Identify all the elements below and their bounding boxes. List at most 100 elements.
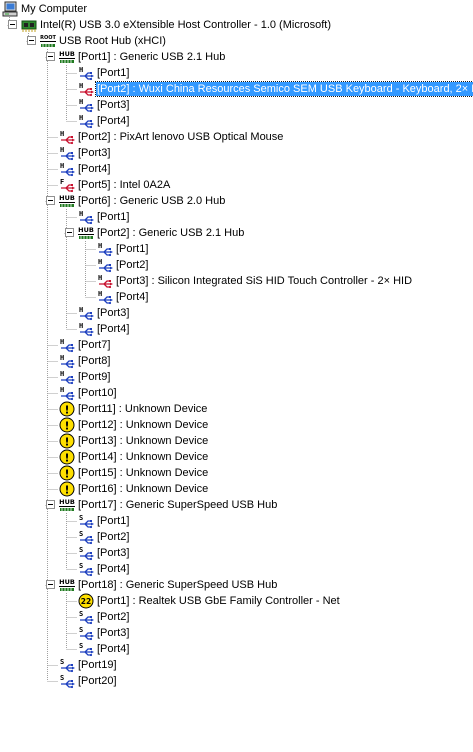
tree-node-label[interactable]: [Port4] — [96, 322, 130, 336]
tree-node-label[interactable]: [Port17] : Generic SuperSpeed USB Hub — [77, 498, 278, 512]
tree-node-label[interactable]: [Port9] — [77, 370, 111, 384]
tree-node-port1-p18a[interactable]: 22 [Port1] : Realtek USB GbE Family Contr… — [0, 593, 473, 609]
tree-node-label[interactable]: [Port7] — [77, 338, 111, 352]
tree-node-port18-p18[interactable]: HUB [Port18] : Generic SuperSpeed USB Hub — [0, 577, 473, 593]
tree-node-port11-p11[interactable]: ! [Port11] : Unknown Device — [0, 401, 473, 417]
tree-node-port3-p17c[interactable]: S [Port3] — [0, 545, 473, 561]
tree-node-label[interactable]: [Port15] : Unknown Device — [77, 466, 209, 480]
tree-node-label[interactable]: [Port1] — [96, 66, 130, 80]
collapse-toggle-icon[interactable] — [46, 196, 55, 205]
tree-node-port1-n1[interactable]: HUB [Port1] : Generic USB 2.1 Hub — [0, 49, 473, 65]
tree-node-port2-p2[interactable]: H [Port2] : PixArt lenovo USB Optical Mou… — [0, 129, 473, 145]
tree-node-port17-p17[interactable]: HUB [Port17] : Generic SuperSpeed USB Hub — [0, 497, 473, 513]
tree-node-port3-p18c[interactable]: S [Port3] — [0, 625, 473, 641]
svg-text:H: H — [79, 306, 83, 314]
tree-node-port2-p18b[interactable]: S [Port2] — [0, 609, 473, 625]
tree-node-label[interactable]: [Port12] : Unknown Device — [77, 418, 209, 432]
tree-node-label[interactable]: [Port3] — [96, 306, 130, 320]
tree-node-label[interactable]: [Port1] — [96, 210, 130, 224]
tree-node-port15-p15[interactable]: ! [Port15] : Unknown Device — [0, 465, 473, 481]
tree-node-port4-p17d[interactable]: S [Port4] — [0, 561, 473, 577]
unknown-device-icon: ! — [59, 449, 75, 465]
collapse-toggle-icon[interactable] — [65, 228, 74, 237]
tree-node-label[interactable]: [Port13] : Unknown Device — [77, 434, 209, 448]
tree-node-label[interactable]: [Port3] : Silicon Integrated SiS HID Tou… — [115, 274, 413, 288]
tree-node-label[interactable]: [Port19] — [77, 658, 118, 672]
tree-node-label[interactable]: [Port4] — [77, 162, 111, 176]
collapse-toggle-icon[interactable] — [46, 52, 55, 61]
tree-node-port4-p18d[interactable]: S [Port4] — [0, 641, 473, 657]
tree-node-port9-p9[interactable]: H [Port9] — [0, 369, 473, 385]
tree-node-label[interactable]: [Port10] — [77, 386, 118, 400]
tree-node-label[interactable]: [Port3] — [96, 98, 130, 112]
tree-node-port1-n1a[interactable]: H [Port1] — [0, 65, 473, 81]
tree-node-label[interactable]: [Port18] : Generic SuperSpeed USB Hub — [77, 578, 278, 592]
tree-node-port4-n1d[interactable]: H [Port4] — [0, 113, 473, 129]
tree-node-label[interactable]: [Port16] : Unknown Device — [77, 482, 209, 496]
tree-node-label[interactable]: [Port6] : Generic USB 2.0 Hub — [77, 194, 226, 208]
tree-node-port2-p17b[interactable]: S [Port2] — [0, 529, 473, 545]
tree-node-port1-p6b1[interactable]: H [Port1] — [0, 241, 473, 257]
tree-node-port8-p8[interactable]: H [Port8] — [0, 353, 473, 369]
tree-node-port5-p5[interactable]: F [Port5] : Intel 0A2A — [0, 177, 473, 193]
tree-node-label[interactable]: [Port1] — [96, 514, 130, 528]
collapse-toggle-icon[interactable] — [46, 500, 55, 509]
tree-node-port4-p4[interactable]: H [Port4] — [0, 161, 473, 177]
tree-node-port14-p14[interactable]: ! [Port14] : Unknown Device — [0, 449, 473, 465]
tree-node-label[interactable]: [Port2] — [96, 610, 130, 624]
tree-node-port4-p6b4[interactable]: H [Port4] — [0, 289, 473, 305]
tree-node-label[interactable]: USB Root Hub (xHCI) — [58, 34, 167, 48]
svg-text:HUB: HUB — [59, 578, 75, 586]
tree-node-label[interactable]: [Port5] : Intel 0A2A — [77, 178, 171, 192]
tree-node-label[interactable]: [Port4] — [96, 642, 130, 656]
tree-node-label[interactable]: [Port2] : PixArt lenovo USB Optical Mous… — [77, 130, 284, 144]
tree-node-label[interactable]: [Port2] : Wuxi China Resources Semico SE… — [94, 81, 473, 97]
tree-node-port4-p6d[interactable]: H [Port4] — [0, 321, 473, 337]
tree-node-label[interactable]: [Port1] — [115, 242, 149, 256]
svg-text:H: H — [98, 258, 102, 266]
collapse-toggle-icon[interactable] — [46, 580, 55, 589]
tree-node-port13-p13[interactable]: ! [Port13] : Unknown Device — [0, 433, 473, 449]
usb-device-tree[interactable]: My Computer Intel(R) USB 3.0 eXtensible H… — [0, 0, 473, 752]
tree-node-port2-n2[interactable]: H [Port2] : Wuxi China Resources Semico S… — [0, 81, 473, 97]
tree-node-label[interactable]: [Port2] — [96, 530, 130, 544]
tree-node-label[interactable]: My Computer — [20, 2, 88, 16]
tree-node-port1-p17a[interactable]: S [Port1] — [0, 513, 473, 529]
superspeed-port-icon: S — [78, 609, 94, 625]
tree-node-port20-p20[interactable]: S [Port20] — [0, 673, 473, 689]
tree-node-label[interactable]: [Port2] : Generic USB 2.1 Hub — [96, 226, 245, 240]
tree-node-port3-p6b3[interactable]: H [Port3] : Silicon Integrated SiS HID To… — [0, 273, 473, 289]
tree-node-label[interactable]: [Port3] — [96, 546, 130, 560]
tree-node-port3-n1c[interactable]: H [Port3] — [0, 97, 473, 113]
collapse-toggle-icon[interactable] — [8, 20, 17, 29]
tree-node-port19-p19[interactable]: S [Port19] — [0, 657, 473, 673]
tree-node-port2-p6b[interactable]: HUB [Port2] : Generic USB 2.1 Hub — [0, 225, 473, 241]
tree-node-label[interactable]: [Port4] — [96, 114, 130, 128]
tree-node-label[interactable]: [Port4] — [96, 562, 130, 576]
tree-node-port12-p12[interactable]: ! [Port12] : Unknown Device — [0, 417, 473, 433]
collapse-toggle-icon[interactable] — [27, 36, 36, 45]
tree-node-label[interactable]: [Port1] : Generic USB 2.1 Hub — [77, 50, 226, 64]
tree-node-port6-p6[interactable]: HUB [Port6] : Generic USB 2.0 Hub — [0, 193, 473, 209]
tree-node-label[interactable]: [Port11] : Unknown Device — [77, 402, 208, 416]
tree-node-my-computer-r[interactable]: My Computer — [0, 1, 473, 17]
tree-node-port7-p7[interactable]: H [Port7] — [0, 337, 473, 353]
tree-node-port1-p6a[interactable]: H [Port1] — [0, 209, 473, 225]
tree-node-port3-p3[interactable]: H [Port3] — [0, 145, 473, 161]
tree-node-label[interactable]: [Port8] — [77, 354, 111, 368]
tree-node-label[interactable]: [Port4] — [115, 290, 149, 304]
tree-node-label[interactable]: [Port3] — [77, 146, 111, 160]
tree-node-port3-p6c[interactable]: H [Port3] — [0, 305, 473, 321]
tree-node-label[interactable]: [Port2] — [115, 258, 149, 272]
tree-node-label[interactable]: [Port1] : Realtek USB GbE Family Control… — [96, 594, 341, 608]
tree-node-port10-p10[interactable]: H [Port10] — [0, 385, 473, 401]
tree-node-label[interactable]: [Port20] — [77, 674, 118, 688]
tree-node-intel-r-usb-3-0-extensible-host-controller-1-0-microsoft-c[interactable]: Intel(R) USB 3.0 eXtensible Host Control… — [0, 17, 473, 33]
tree-node-label[interactable]: Intel(R) USB 3.0 eXtensible Host Control… — [39, 18, 332, 32]
tree-node-port16-p16[interactable]: ! [Port16] : Unknown Device — [0, 481, 473, 497]
tree-node-label[interactable]: [Port3] — [96, 626, 130, 640]
tree-node-usb-root-hub-xhci-h[interactable]: ROOT USB Root Hub (xHCI) — [0, 33, 473, 49]
tree-node-port2-p6b2[interactable]: H [Port2] — [0, 257, 473, 273]
svg-text:S: S — [79, 546, 83, 554]
tree-node-label[interactable]: [Port14] : Unknown Device — [77, 450, 209, 464]
